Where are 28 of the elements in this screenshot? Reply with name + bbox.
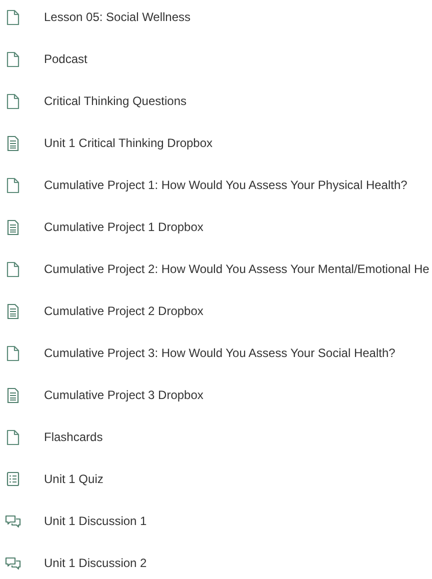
item-link[interactable]: Critical Thinking Questions — [44, 94, 187, 108]
item-link[interactable]: Flashcards — [44, 430, 103, 444]
item-link[interactable]: Unit 1 Discussion 2 — [44, 556, 147, 570]
checklist-icon — [5, 471, 21, 487]
item-link[interactable]: Cumulative Project 1: How Would You Assess Your Physical Health? — [44, 178, 408, 192]
page-icon — [5, 93, 21, 109]
item-link[interactable]: Cumulative Project 3: How Would You Assess Your Social Health? — [44, 346, 396, 360]
page-icon — [5, 261, 21, 277]
item-link[interactable]: Cumulative Project 1 Dropbox — [44, 220, 204, 234]
item-link[interactable]: Cumulative Project 2: How Would You Assess Your Mental/Emotional He — [44, 262, 430, 276]
item-link[interactable]: Unit 1 Quiz — [44, 472, 104, 486]
page-icon — [5, 177, 21, 193]
speech-bubbles-icon — [5, 513, 21, 529]
document-icon — [5, 219, 21, 235]
page-icon — [5, 9, 21, 25]
item-link[interactable]: Lesson 05: Social Wellness — [44, 10, 191, 24]
item-link[interactable]: Unit 1 Critical Thinking Dropbox — [44, 136, 213, 150]
item-link[interactable]: Cumulative Project 2 Dropbox — [44, 304, 204, 318]
speech-bubbles-icon — [5, 555, 21, 571]
page-icon — [5, 429, 21, 445]
page-icon — [5, 345, 21, 361]
item-link[interactable]: Cumulative Project 3 Dropbox — [44, 388, 204, 402]
item-link[interactable]: Unit 1 Discussion 1 — [44, 514, 147, 528]
document-icon — [5, 303, 21, 319]
page-icon — [5, 51, 21, 67]
document-icon — [5, 387, 21, 403]
document-icon — [5, 135, 21, 151]
item-link[interactable]: Podcast — [44, 52, 88, 66]
